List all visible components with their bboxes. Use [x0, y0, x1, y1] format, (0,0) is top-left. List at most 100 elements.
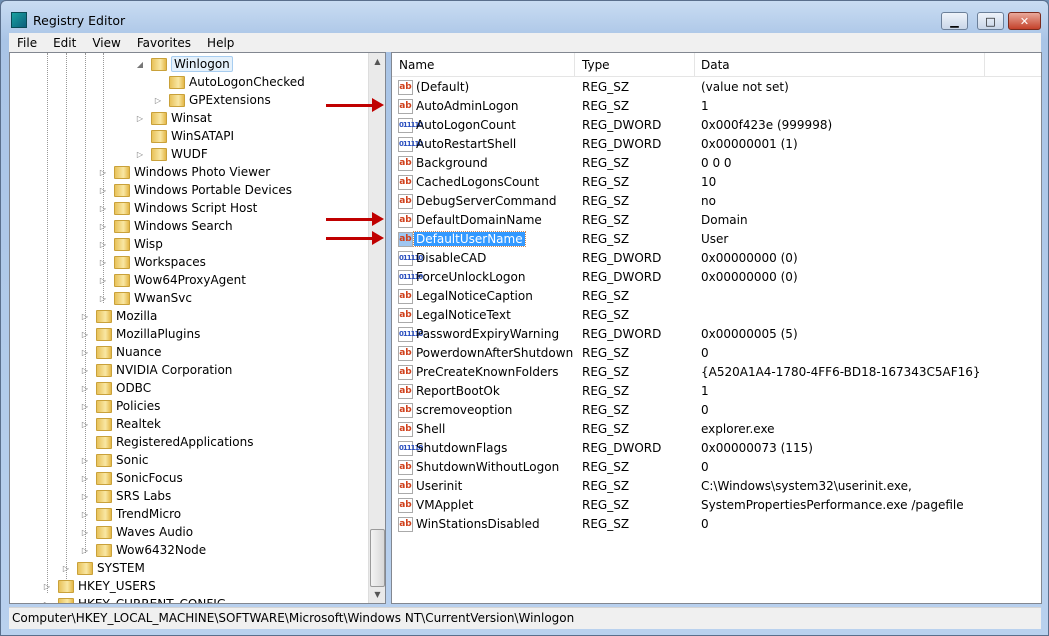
- expand-arrow-icon[interactable]: ▷: [61, 564, 71, 573]
- expand-arrow-icon[interactable]: ▷: [80, 384, 90, 393]
- tree-item[interactable]: ▷ MozillaPlugins: [80, 325, 200, 343]
- tree-item[interactable]: ▷ Nuance: [80, 343, 162, 361]
- tree-item[interactable]: ▷ Workspaces: [98, 253, 206, 271]
- tree-item[interactable]: ▷ Waves Audio: [80, 523, 193, 541]
- tree-item[interactable]: ▷ Windows Photo Viewer: [98, 163, 270, 181]
- value-row[interactable]: ab scremoveoption REG_SZ 0: [392, 401, 1041, 420]
- expand-arrow-icon[interactable]: ▷: [98, 240, 108, 249]
- expand-arrow-icon[interactable]: ▷: [98, 222, 108, 231]
- tree-item[interactable]: RegisteredApplications: [80, 433, 253, 451]
- expand-arrow-icon[interactable]: ▷: [42, 582, 52, 591]
- expand-arrow-icon[interactable]: ◢: [135, 60, 145, 69]
- value-row[interactable]: ab DebugServerCommand REG_SZ no: [392, 192, 1041, 211]
- menu-help[interactable]: Help: [199, 36, 242, 50]
- value-row[interactable]: ab DefaultDomainName REG_SZ Domain: [392, 211, 1041, 230]
- tree-item[interactable]: ▷ HKEY_CURRENT_CONFIG: [42, 595, 226, 604]
- tree-item[interactable]: ▷ Realtek: [80, 415, 161, 433]
- expand-arrow-icon[interactable]: ▷: [80, 330, 90, 339]
- expand-arrow-icon[interactable]: ▷: [80, 366, 90, 375]
- expand-arrow-icon[interactable]: ▷: [80, 528, 90, 537]
- expand-arrow-icon[interactable]: ▷: [80, 474, 90, 483]
- tree-item[interactable]: ▷ Wow64ProxyAgent: [98, 271, 246, 289]
- value-row[interactable]: ab WinStationsDisabled REG_SZ 0: [392, 515, 1041, 534]
- value-row[interactable]: ab LegalNoticeText REG_SZ: [392, 306, 1041, 325]
- tree-item[interactable]: ▷ GPExtensions: [153, 91, 271, 109]
- tree-item[interactable]: ▷ Windows Search: [98, 217, 233, 235]
- column-data[interactable]: Data: [701, 58, 730, 72]
- expand-arrow-icon[interactable]: ▷: [42, 600, 52, 604]
- expand-arrow-icon[interactable]: ▷: [80, 546, 90, 555]
- tree-item[interactable]: ▷ SonicFocus: [80, 469, 183, 487]
- value-row[interactable]: ab ReportBootOk REG_SZ 1: [392, 382, 1041, 401]
- expand-arrow-icon[interactable]: ▷: [80, 348, 90, 357]
- menu-file[interactable]: File: [9, 36, 45, 50]
- tree-item[interactable]: WinSATAPI: [135, 127, 234, 145]
- tree-item[interactable]: ▷ TrendMicro: [80, 505, 181, 523]
- tree-item[interactable]: ▷ WwanSvc: [98, 289, 192, 307]
- menu-edit[interactable]: Edit: [45, 36, 84, 50]
- value-row[interactable]: ab (Default) REG_SZ (value not set): [392, 78, 1041, 97]
- expand-arrow-icon[interactable]: ▷: [98, 204, 108, 213]
- scroll-up-arrow-icon[interactable]: ▲: [369, 53, 385, 70]
- tree-item[interactable]: ▷ Windows Script Host: [98, 199, 257, 217]
- tree-item[interactable]: ▷ SYSTEM: [61, 559, 145, 577]
- minimize-button[interactable]: ▁: [941, 12, 968, 30]
- tree-item[interactable]: ▷ WUDF: [135, 145, 208, 163]
- expand-arrow-icon[interactable]: ▷: [80, 402, 90, 411]
- value-row[interactable]: ab DefaultUserName REG_SZ User: [392, 230, 1041, 249]
- value-row[interactable]: 011​110 AutoRestartShell REG_DWORD 0x000000…: [392, 135, 1041, 154]
- tree-item[interactable]: ▷ Sonic: [80, 451, 149, 469]
- value-row[interactable]: ab Userinit REG_SZ C:\Windows\system32\user…: [392, 477, 1041, 496]
- expand-arrow-icon[interactable]: ▷: [80, 510, 90, 519]
- value-row[interactable]: ab CachedLogonsCount REG_SZ 10: [392, 173, 1041, 192]
- tree-item[interactable]: ▷ Wow6432Node: [80, 541, 206, 559]
- value-row[interactable]: ab Background REG_SZ 0 0 0: [392, 154, 1041, 173]
- expand-arrow-icon[interactable]: ▷: [135, 114, 145, 123]
- tree-item[interactable]: ▷ ODBC: [80, 379, 151, 397]
- expand-arrow-icon[interactable]: ▷: [80, 420, 90, 429]
- value-row[interactable]: ab Shell REG_SZ explorer.exe: [392, 420, 1041, 439]
- values-list[interactable]: Name Type Data ab (Default) REG_SZ (value n…: [391, 52, 1042, 604]
- key-tree[interactable]: ▲ ▼ ◢ Winlogon AutoLogonChecked ▷ GPExtensio…: [9, 52, 386, 604]
- expand-arrow-icon[interactable]: ▷: [98, 168, 108, 177]
- value-row[interactable]: 011​110 ForceUnlockLogon REG_DWORD 0x000000…: [392, 268, 1041, 287]
- expand-arrow-icon[interactable]: ▷: [98, 294, 108, 303]
- value-row[interactable]: 011​110 PasswordExpiryWarning REG_DWORD 0x0…: [392, 325, 1041, 344]
- scrollbar-thumb[interactable]: [370, 529, 385, 587]
- expand-arrow-icon[interactable]: ▷: [135, 150, 145, 159]
- scroll-down-arrow-icon[interactable]: ▼: [369, 586, 385, 603]
- tree-item[interactable]: ▷ Wisp: [98, 235, 163, 253]
- tree-item[interactable]: ▷ SRS Labs: [80, 487, 171, 505]
- menu-favorites[interactable]: Favorites: [129, 36, 199, 50]
- column-name[interactable]: Name: [399, 58, 434, 72]
- expand-arrow-icon[interactable]: ▷: [98, 276, 108, 285]
- value-row[interactable]: ab AutoAdminLogon REG_SZ 1: [392, 97, 1041, 116]
- value-row[interactable]: ab VMApplet REG_SZ SystemPropertiesPerforma…: [392, 496, 1041, 515]
- column-type[interactable]: Type: [582, 58, 610, 72]
- expand-arrow-icon[interactable]: ▷: [153, 96, 163, 105]
- tree-item[interactable]: ▷ Winsat: [135, 109, 212, 127]
- tree-item[interactable]: AutoLogonChecked: [153, 73, 305, 91]
- tree-item[interactable]: ▷ HKEY_USERS: [42, 577, 156, 595]
- expand-arrow-icon[interactable]: ▷: [80, 456, 90, 465]
- maximize-button[interactable]: □: [977, 12, 1004, 30]
- tree-item[interactable]: ▷ NVIDIA Corporation: [80, 361, 233, 379]
- value-row[interactable]: ab PreCreateKnownFolders REG_SZ {A520A1A4-1…: [392, 363, 1041, 382]
- tree-item[interactable]: ▷ Policies: [80, 397, 160, 415]
- expand-arrow-icon[interactable]: ▷: [98, 258, 108, 267]
- value-row[interactable]: ab LegalNoticeCaption REG_SZ: [392, 287, 1041, 306]
- tree-item[interactable]: ▷ Windows Portable Devices: [98, 181, 292, 199]
- menu-view[interactable]: View: [84, 36, 128, 50]
- expand-arrow-icon[interactable]: ▷: [80, 312, 90, 321]
- expand-arrow-icon[interactable]: ▷: [98, 186, 108, 195]
- value-row[interactable]: ab ShutdownWithoutLogon REG_SZ 0: [392, 458, 1041, 477]
- tree-scrollbar[interactable]: ▲ ▼: [368, 53, 385, 603]
- value-row[interactable]: ab PowerdownAfterShutdown REG_SZ 0: [392, 344, 1041, 363]
- expand-arrow-icon[interactable]: ▷: [80, 492, 90, 501]
- close-button[interactable]: ✕: [1008, 12, 1041, 30]
- tree-item[interactable]: ◢ Winlogon: [135, 55, 233, 73]
- tree-item[interactable]: ▷ Mozilla: [80, 307, 157, 325]
- value-row[interactable]: 011​110 AutoLogonCount REG_DWORD 0x000f423e…: [392, 116, 1041, 135]
- value-row[interactable]: 011​110 DisableCAD REG_DWORD 0x00000000 (0): [392, 249, 1041, 268]
- value-row[interactable]: 011​110 ShutdownFlags REG_DWORD 0x00000073 …: [392, 439, 1041, 458]
